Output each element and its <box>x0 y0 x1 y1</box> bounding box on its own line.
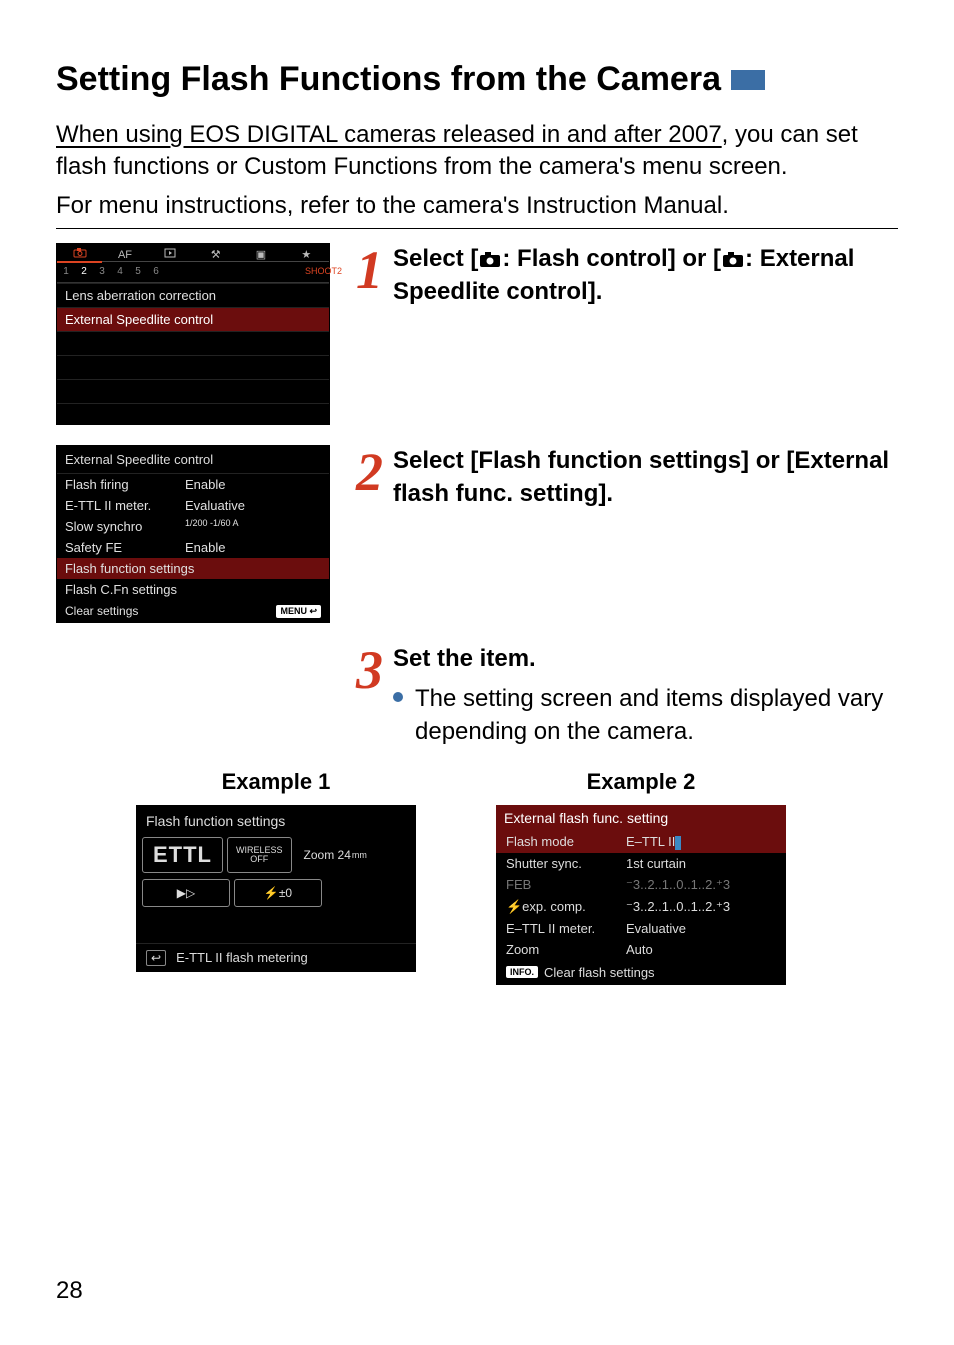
ex1-footer: ↩ E-TTL II flash metering <box>136 943 416 972</box>
pill-ettl: ETTL <box>142 837 223 873</box>
scroll-indicator <box>675 836 681 850</box>
step-number-1: 1 <box>356 243 383 308</box>
menu-item-external-speedlite: External Speedlite control <box>57 307 329 331</box>
ex2-row-shutter-sync: Shutter sync.1st curtain <box>496 853 786 874</box>
example-2-lcd: External flash func. setting Flash modeE… <box>496 805 786 985</box>
row-flash-firing: Flash firingEnable <box>57 474 329 495</box>
tab-af: AF <box>102 249 147 262</box>
camera-lcd-menu-2: External Speedlite control Flash firingE… <box>56 445 330 623</box>
step-2: External Speedlite control Flash firingE… <box>56 445 898 623</box>
page-title: Setting Flash Functions from the Camera <box>56 60 898 99</box>
subtab-5: 5 <box>129 266 147 282</box>
tab-play-icon <box>148 248 193 262</box>
ex2-footer: INFO. Clear flash settings <box>496 960 786 985</box>
tab-custom-icon: ▣ <box>238 248 283 262</box>
camera-lcd-menu-1: AF ⚒ ▣ ★ 1 2 3 4 5 6 SHOOT2 Lens aberrat… <box>56 243 330 425</box>
accent-bar <box>731 70 765 90</box>
step-number-2: 2 <box>356 445 383 510</box>
step-1-text: Select [: Flash control] or [: External … <box>393 243 898 308</box>
row-safety-fe: Safety FEEnable <box>57 537 329 558</box>
tab-star-icon: ★ <box>284 248 329 262</box>
intro-paragraph: When using EOS DIGITAL cameras released … <box>56 119 898 184</box>
step-2-text: Select [Flash function settings] or [Ext… <box>393 445 898 510</box>
example-1-lcd: Flash function settings ETTL WIRELESSOFF… <box>136 805 416 972</box>
example-1: Example 1 Flash function settings ETTL W… <box>136 769 416 985</box>
intro-line-2: For menu instructions, refer to the came… <box>56 190 898 229</box>
camera-icon <box>479 251 501 268</box>
step-number-3: 3 <box>356 643 383 749</box>
ex2-header: External flash func. setting <box>496 805 786 831</box>
menu-item-lens-aberration: Lens aberration correction <box>57 283 329 307</box>
camera-icon <box>722 251 744 268</box>
pill-wireless: WIRELESSOFF <box>227 837 292 873</box>
step-1: AF ⚒ ▣ ★ 1 2 3 4 5 6 SHOOT2 Lens aberrat… <box>56 243 898 425</box>
subtab-2: 2 <box>75 266 93 282</box>
example-1-label: Example 1 <box>136 769 416 795</box>
page-number: 28 <box>56 1277 83 1305</box>
pill-sync-icon: ▶▷ <box>142 879 230 907</box>
info-badge: INFO. <box>506 966 538 978</box>
subtab-1: 1 <box>57 266 75 282</box>
ex2-row-flash-mode: Flash modeE–TTL II <box>496 831 786 853</box>
ex2-row-feb: FEB⁻3..2..1..0..1..2.⁺3 <box>496 874 786 896</box>
ex2-row-zoom: ZoomAuto <box>496 939 786 960</box>
example-2: Example 2 External flash func. setting F… <box>496 769 786 985</box>
menu-badge: MENU ↩ <box>276 605 321 618</box>
ex2-row-exp-comp: ⚡exp. comp.⁻3..2..1..0..1..2.⁺3 <box>496 896 786 918</box>
subtab-6: 6 <box>147 266 165 282</box>
step-3-heading: Set the item. <box>393 645 536 672</box>
pill-exp-comp: ⚡±0 <box>234 879 322 907</box>
shoot2-label: SHOOT2 <box>305 266 323 282</box>
ex2-row-ettl-meter: E–TTL II meter.Evaluative <box>496 918 786 939</box>
row-ettl-meter: E-TTL II meter.Evaluative <box>57 495 329 516</box>
tab-wrench-icon: ⚒ <box>193 248 238 262</box>
tab-camera-icon <box>57 247 102 263</box>
row-flash-cfn-settings: Flash C.Fn settings <box>57 579 329 600</box>
row-slow-synchro: Slow synchro1/200 -1/60 A <box>57 516 329 537</box>
example-2-label: Example 2 <box>496 769 786 795</box>
back-icon: ↩ <box>146 950 166 966</box>
step-3-bullet: The setting screen and items displayed v… <box>393 682 898 749</box>
step-3: 3 Set the item. The setting screen and i… <box>56 643 898 749</box>
row-clear-settings: Clear settings MENU ↩ <box>57 600 329 622</box>
pill-zoom: Zoom 24mm <box>296 837 375 873</box>
subtab-4: 4 <box>111 266 129 282</box>
ex1-header: Flash function settings <box>136 805 416 837</box>
subtab-3: 3 <box>93 266 111 282</box>
row-flash-function-settings: Flash function settings <box>57 558 329 579</box>
lcd2-header: External Speedlite control <box>57 446 329 474</box>
